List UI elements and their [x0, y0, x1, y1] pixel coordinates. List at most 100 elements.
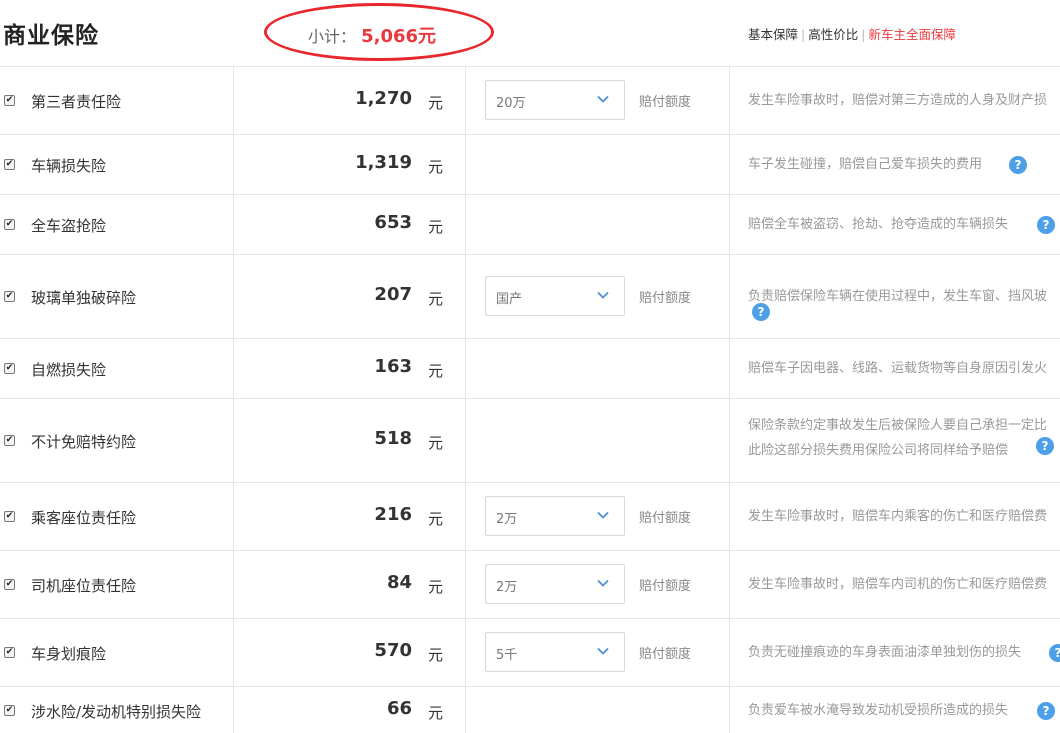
item-price: 84	[386, 572, 412, 593]
coverage-select[interactable]: 5千	[485, 632, 625, 672]
plan-link-basic[interactable]: 基本保障	[748, 27, 798, 42]
price-unit: 元	[428, 218, 444, 236]
description-line: 保险条款约定事故发生后被保险人要自己承担一定比	[748, 418, 1048, 433]
question-circle-icon[interactable]: ?	[1037, 216, 1055, 234]
question-circle-icon[interactable]: ?	[1037, 701, 1055, 720]
item-price: 66	[386, 697, 412, 719]
item-checkbox[interactable]: ✔	[4, 219, 15, 230]
price-unit: 元	[428, 362, 444, 380]
table-row: ✔ 车辆损失险 1,319 元 车子发生碰撞，赔偿自己爱车损失的费用?	[0, 135, 1060, 195]
coverage-select-value: 2万	[496, 512, 518, 527]
description-text: 负责赔偿保险车辆在使用过程中，发生车窗、挡风玻	[748, 289, 1048, 304]
coverage-select[interactable]: 20万	[485, 80, 625, 120]
question-circle-icon[interactable]: ?	[1049, 644, 1060, 662]
coverage-select-value: 国产	[496, 292, 523, 307]
item-checkbox[interactable]: ✔	[4, 363, 15, 374]
description-text: 赔偿全车被盗窃、抢劫、抢夺造成的车辆损失	[748, 217, 1009, 232]
column-divider	[465, 339, 466, 398]
question-circle-icon[interactable]: ?	[752, 303, 770, 321]
item-price: 570	[374, 640, 412, 661]
table-row: ✔ 乘客座位责任险 216 元 2万 赔付额度 发生车险事故时，赔偿车内乘客的伤亡和医疗赔偿…	[0, 483, 1060, 551]
plan-link-value[interactable]: 高性价比	[808, 27, 858, 42]
item-name: 玻璃单独破碎险	[31, 289, 137, 307]
page-title: 商业保险	[3, 23, 99, 49]
description-text: 车子发生碰撞，赔偿自己爱车损失的费用	[748, 157, 983, 172]
chevron-down-icon	[596, 643, 610, 657]
column-divider	[465, 67, 466, 134]
item-name: 司机座位责任险	[31, 577, 137, 595]
column-divider	[233, 687, 234, 733]
column-divider	[233, 619, 234, 686]
item-checkbox[interactable]: ✔	[4, 511, 15, 522]
table-row: ✔ 全车盗抢险 653 元 赔偿全车被盗窃、抢劫、抢夺造成的车辆损失?	[0, 195, 1060, 255]
item-description: 发生车险事故时，赔偿车内司机的伤亡和医疗赔偿费	[748, 572, 1060, 597]
table-row: ✔ 涉水险/发动机特别损失险 66 元 负责爱车被水淹导致发动机受损所造成的损失?	[0, 687, 1060, 733]
question-circle-icon[interactable]: ?	[1036, 437, 1054, 455]
column-divider	[729, 135, 730, 194]
item-name: 车身划痕险	[31, 645, 107, 663]
item-checkbox[interactable]: ✔	[4, 579, 15, 590]
subtotal: 小计： 5,066元	[308, 22, 436, 48]
item-checkbox[interactable]: ✔	[4, 159, 15, 170]
item-checkbox[interactable]: ✔	[4, 95, 15, 106]
column-divider	[233, 195, 234, 254]
description-text: 发生车险事故时，赔偿对第三方造成的人身及财产损	[748, 93, 1048, 108]
item-name: 车辆损失险	[31, 157, 107, 175]
item-checkbox[interactable]: ✔	[4, 291, 15, 302]
item-price: 163	[374, 356, 412, 377]
description-line: 此险这部分损失费用保险公司将同样给予赔偿	[748, 443, 1009, 458]
coverage-select-value: 20万	[496, 96, 526, 111]
subtotal-amount: 5,066元	[361, 26, 437, 47]
column-divider	[729, 619, 730, 686]
description-text: 发生车险事故时，赔偿车内乘客的伤亡和医疗赔偿费	[748, 509, 1048, 524]
question-circle-icon[interactable]: ?	[1009, 156, 1027, 174]
plan-links: 基本保障 | 高性价比 | 新车主全面保障	[748, 24, 956, 43]
column-divider	[729, 687, 730, 733]
item-name: 全车盗抢险	[31, 217, 107, 235]
item-description: 负责无碰撞痕迹的车身表面油漆单独划伤的损失	[748, 640, 1060, 665]
column-divider	[729, 551, 730, 618]
column-divider	[729, 195, 730, 254]
column-divider	[465, 619, 466, 686]
table-row: ✔自燃损失险163元赔偿车子因电器、线路、运载货物等自身原因引发火?	[0, 339, 1060, 399]
price-unit: 元	[428, 158, 444, 176]
column-divider	[465, 255, 466, 338]
column-divider	[465, 195, 466, 254]
coverage-label: 赔付额度	[639, 95, 692, 110]
column-divider	[465, 135, 466, 194]
item-description: 保险条款约定事故发生后被保险人要自己承担一定比 此险这部分损失费用保险公司将同样给…	[748, 413, 1060, 463]
item-price: 1,319	[355, 152, 412, 173]
item-checkbox[interactable]: ✔	[4, 704, 15, 716]
item-description: 发生车险事故时，赔偿车内乘客的伤亡和医疗赔偿费	[748, 504, 1060, 529]
insurance-table: ✔ 第三者责任险 1,270 元 20万 赔付额度 发生车险事故时，赔偿对第三方造成的人身及…	[0, 67, 1060, 733]
item-checkbox[interactable]: ✔	[4, 647, 15, 658]
coverage-select[interactable]: 2万	[485, 564, 625, 604]
column-divider	[233, 255, 234, 338]
table-row: ✔ 玻璃单独破碎险 207 元 国产 赔付额度 负责赔偿保险车辆在使用过程中，发生车窗、挡风…	[0, 255, 1060, 339]
description-text: 负责爱车被水淹导致发动机受损所造成的损失	[748, 702, 1009, 718]
price-unit: 元	[428, 510, 444, 528]
header: 商业保险 小计： 5,066元 基本保障 | 高性价比 | 新车主全面保障	[0, 0, 1060, 67]
item-description: 负责爱车被水淹导致发动机受损所造成的损失	[748, 698, 1060, 723]
price-unit: 元	[428, 578, 444, 596]
coverage-select[interactable]: 国产	[485, 276, 625, 316]
item-name: 不计免赔特约险	[31, 433, 137, 451]
item-price: 653	[374, 212, 412, 233]
column-divider	[465, 687, 466, 733]
column-divider	[465, 399, 466, 482]
coverage-select-value: 2万	[496, 580, 518, 595]
item-description: 赔偿全车被盗窃、抢劫、抢夺造成的车辆损失	[748, 212, 1060, 237]
plan-link-full[interactable]: 新车主全面保障	[868, 27, 956, 42]
subtotal-label: 小计：	[308, 27, 357, 46]
price-unit: 元	[428, 703, 444, 722]
column-divider	[729, 399, 730, 482]
description-text: 负责无碰撞痕迹的车身表面油漆单独划伤的损失	[748, 645, 1022, 660]
item-checkbox[interactable]: ✔	[4, 435, 15, 446]
column-divider	[465, 551, 466, 618]
coverage-label: 赔付额度	[639, 579, 692, 594]
price-unit: 元	[428, 646, 444, 664]
item-description: 负责赔偿保险车辆在使用过程中，发生车窗、挡风玻	[748, 284, 1060, 309]
item-description: 赔偿车子因电器、线路、运载货物等自身原因引发火	[748, 356, 1060, 381]
table-row: ✔ 不计免赔特约险 518 元 保险条款约定事故发生后被保险人要自己承担一定比 此险这部分…	[0, 399, 1060, 483]
coverage-select[interactable]: 2万	[485, 496, 625, 536]
